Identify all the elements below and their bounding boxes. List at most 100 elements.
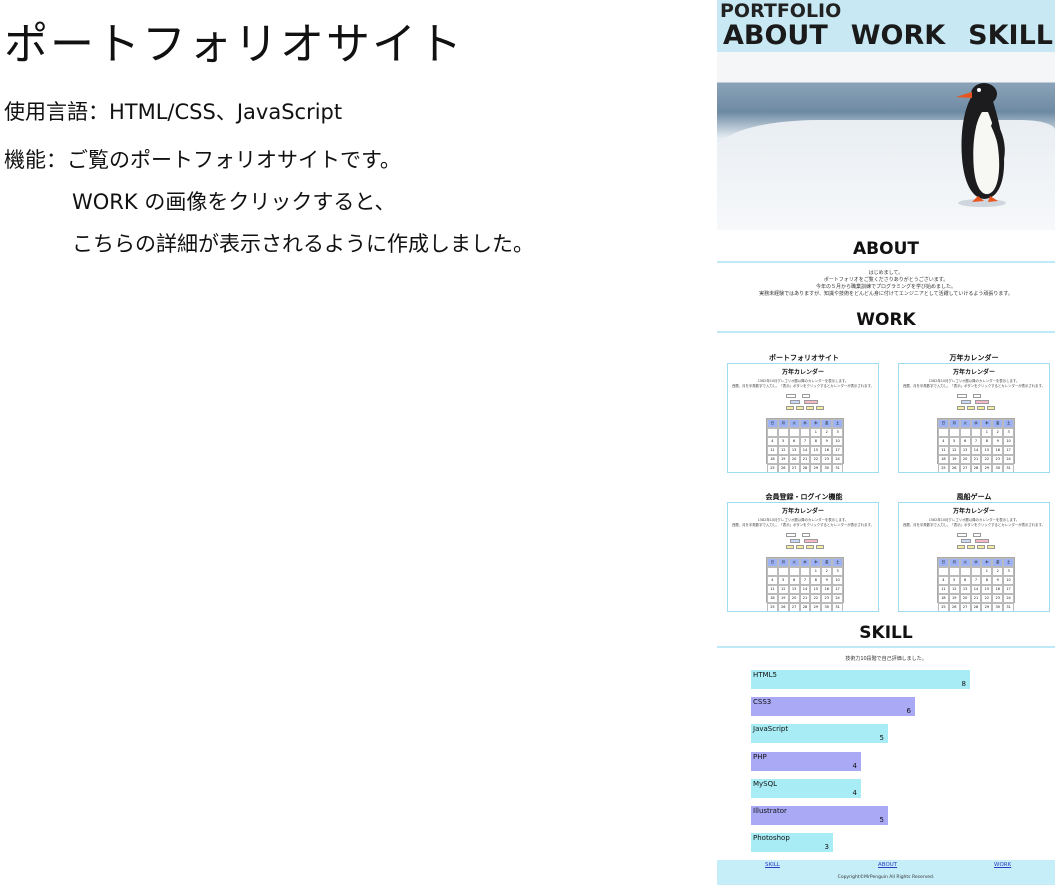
skill-level: 4	[852, 761, 857, 770]
calendar-grid: 日月火水木金土 1 2 3 4 5 6 7 8 9 10 11 12 13 14 15 16 17 18 19 20 21…	[937, 557, 1015, 611]
skill-level: 8	[961, 680, 966, 688]
work-card[interactable]: 万年カレンダー 1582年10月グレゴリオ暦以降のカレンダーを表示します。 西暦、月…	[727, 502, 879, 612]
calendar-day: 15	[981, 585, 993, 594]
calendar-day: 25	[938, 603, 949, 611]
card-description: 1582年10月グレゴリオ暦以降のカレンダーを表示します。 西暦、月を半角数字で入…	[728, 518, 878, 528]
calendar-day: 14	[799, 446, 811, 455]
calendar-day: 5	[777, 576, 789, 585]
penguin-image	[956, 83, 1006, 207]
calendar-day: 30	[992, 603, 1004, 611]
calendar-day	[777, 567, 789, 576]
calendar-day: 20	[788, 455, 800, 464]
nav-about-link[interactable]: ABOUT	[723, 20, 828, 51]
calendar-day: 13	[959, 446, 971, 455]
card-title: 万年カレンダー	[952, 508, 995, 515]
prev-year-button	[786, 545, 794, 549]
show-button	[961, 400, 971, 404]
calendar-day: 29	[981, 464, 993, 472]
calendar-day: 30	[821, 464, 833, 472]
calendar-day: 20	[788, 594, 800, 603]
work-card[interactable]: 万年カレンダー 1582年10月グレゴリオ暦以降のカレンダーを表示します。 西暦、月…	[898, 502, 1050, 612]
calendar-day	[948, 428, 960, 437]
calendar-day: 14	[970, 585, 982, 594]
work-item-title: 風船ゲーム	[956, 493, 992, 501]
next-month-button	[977, 406, 985, 410]
calendar-day: 1	[981, 428, 993, 437]
footer-work-link[interactable]: WORK	[994, 862, 1011, 868]
work-card[interactable]: 万年カレンダー 1582年10月グレゴリオ暦以降のカレンダーを表示します。 西暦、月…	[898, 363, 1050, 473]
calendar-day: 18	[767, 594, 778, 603]
next-year-button	[987, 406, 995, 410]
hero-header: PORTFOLIO ABOUT WORK SKILL	[717, 0, 1055, 230]
calendar-day	[788, 428, 800, 437]
show-button	[790, 539, 800, 543]
calendar-day: 27	[788, 464, 800, 472]
calendar-day: 9	[992, 576, 1004, 585]
nav-skill-link[interactable]: SKILL	[968, 20, 1053, 51]
calendar-day: 22	[981, 594, 993, 603]
footer-skill-link[interactable]: SKILL	[765, 862, 780, 868]
calendar-weekday: 金	[821, 419, 833, 428]
calendar-weekday: 月	[948, 558, 960, 567]
calendar-day: 17	[1003, 585, 1014, 594]
year-input	[957, 394, 967, 398]
calendar-day: 17	[832, 446, 843, 455]
calendar-weekday: 土	[1003, 558, 1014, 567]
work-heading: WORK	[856, 310, 916, 330]
calendar-day: 2	[992, 428, 1004, 437]
calendar-day: 10	[1003, 576, 1014, 585]
calendar-day: 19	[777, 594, 789, 603]
calendar-weekday: 土	[832, 419, 843, 428]
calendar-day: 9	[992, 437, 1004, 446]
calendar-day: 25	[767, 464, 778, 472]
year-input	[786, 394, 796, 398]
work-card[interactable]: 万年カレンダー 1582年10月グレゴリオ暦以降のカレンダーを表示します。 西暦、月…	[727, 363, 879, 473]
about-line: 実務未経験ではありますが、知識や技術をどんどん身に付けてエンジニアとして活躍して…	[759, 291, 1013, 297]
nav-work-link[interactable]: WORK	[851, 20, 945, 51]
calendar-weekday: 月	[948, 419, 960, 428]
prev-month-button	[796, 406, 804, 410]
prev-year-button	[957, 406, 965, 410]
calendar-day: 18	[767, 455, 778, 464]
calendar-weekday: 火	[788, 558, 800, 567]
about-line: 今年の５月から職業訓練でプログラミングを学び始めました。	[815, 284, 956, 290]
footer-about-link[interactable]: ABOUT	[878, 862, 897, 868]
skill-bar: Photoshop 3	[751, 833, 833, 853]
skill-name: CSS3	[753, 698, 772, 707]
skill-bar: MySQL 4	[751, 778, 861, 798]
calendar-day: 24	[1003, 455, 1014, 464]
site-logo[interactable]: PORTFOLIO	[720, 0, 841, 22]
calendar-day: 25	[767, 603, 778, 611]
calendar-day: 25	[938, 464, 949, 472]
calendar-weekday: 日	[767, 558, 778, 567]
calendar-day: 6	[959, 576, 971, 585]
about-rule	[717, 261, 1055, 263]
card-title: 万年カレンダー	[781, 508, 824, 515]
calendar-day: 11	[767, 585, 778, 594]
calendar-weekday: 日	[767, 419, 778, 428]
calendar-day: 3	[1003, 428, 1014, 437]
calendar-day: 11	[938, 446, 949, 455]
work-rule	[717, 331, 1055, 333]
about-line: ポートフォリオをご覧くださりありがとうございます。	[823, 277, 949, 283]
prev-month-button	[967, 545, 975, 549]
calendar-day: 8	[981, 437, 993, 446]
card-title: 万年カレンダー	[781, 369, 824, 376]
calendar-day: 15	[810, 446, 822, 455]
calendar-weekday: 水	[970, 419, 982, 428]
next-year-button	[987, 545, 995, 549]
calendar-day: 15	[981, 446, 993, 455]
calendar-day: 9	[821, 576, 833, 585]
calendar-day: 16	[992, 585, 1004, 594]
calendar-day: 31	[832, 464, 843, 472]
calendar-day: 21	[799, 594, 811, 603]
calendar-day: 18	[938, 594, 949, 603]
card-description-line: 西暦、月を半角数字で入力し、「表示」ボタンをクリックするとカレンダーが表示されま…	[902, 384, 1046, 388]
calendar-day: 10	[1003, 437, 1014, 446]
calendar-day: 13	[959, 585, 971, 594]
skill-name: PHP	[753, 752, 767, 761]
calendar-day: 12	[777, 585, 789, 594]
calendar-day: 6	[788, 437, 800, 446]
calendar-day: 11	[767, 446, 778, 455]
calendar-day: 22	[810, 455, 822, 464]
